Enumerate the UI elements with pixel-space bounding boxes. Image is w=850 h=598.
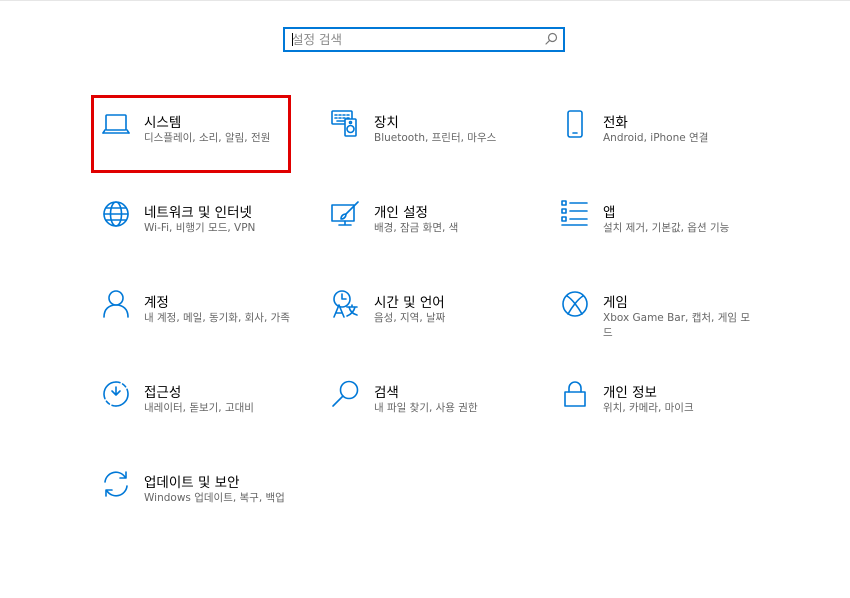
settings-search-box[interactable] — [283, 27, 565, 52]
ease-of-access-icon — [101, 379, 131, 409]
tile-title: 네트워크 및 인터넷 — [144, 205, 252, 221]
top-divider — [0, 0, 850, 1]
magnifier-icon — [331, 379, 361, 409]
tile-title: 시간 및 언어 — [374, 295, 445, 311]
tile-title: 장치 — [374, 115, 399, 131]
tile-description: 위치, 카메라, 마이크 — [603, 402, 694, 414]
phone-icon — [560, 109, 590, 139]
keyboard-speaker-icon — [331, 109, 361, 139]
tile-network[interactable]: 네트워크 및 인터넷 Wi-Fi, 비행기 모드, VPN — [101, 199, 301, 259]
tile-title: 개인 정보 — [603, 385, 657, 401]
tile-description: Windows 업데이트, 복구, 백업 — [144, 492, 285, 504]
selection-highlight — [91, 95, 291, 173]
tile-apps[interactable]: 앱 설치 제거, 기본값, 옵션 기능 — [560, 199, 760, 259]
person-icon — [101, 289, 131, 319]
app-list-icon — [560, 199, 590, 229]
tile-description: 배경, 잠금 화면, 색 — [374, 222, 459, 234]
tile-description: 내 계정, 메일, 동기화, 회사, 가족 — [144, 312, 290, 324]
text-caret — [292, 33, 293, 46]
paint-brush-icon — [331, 199, 361, 229]
tile-gaming[interactable]: 게임 Xbox Game Bar, 캡처, 게임 모드 — [560, 289, 760, 349]
globe-icon — [101, 199, 131, 229]
tile-phone[interactable]: 전화 Android, iPhone 연결 — [560, 109, 760, 169]
tile-description: 음성, 지역, 날짜 — [374, 312, 446, 324]
tile-description: 설치 제거, 기본값, 옵션 기능 — [603, 222, 730, 234]
tile-accounts[interactable]: 계정 내 계정, 메일, 동기화, 회사, 가족 — [101, 289, 301, 349]
tile-title: 검색 — [374, 385, 399, 401]
search-icon[interactable] — [543, 31, 559, 47]
tile-devices[interactable]: 장치 Bluetooth, 프린터, 마우스 — [331, 109, 531, 169]
tile-title: 업데이트 및 보안 — [144, 475, 240, 491]
tile-time-language[interactable]: 시간 및 언어 음성, 지역, 날짜 — [331, 289, 531, 349]
tile-privacy[interactable]: 개인 정보 위치, 카메라, 마이크 — [560, 379, 760, 439]
tile-title: 계정 — [144, 295, 169, 311]
sync-icon — [101, 469, 131, 499]
tile-description: Android, iPhone 연결 — [603, 132, 709, 144]
tile-title: 앱 — [603, 205, 616, 221]
tile-description: 내레이터, 돋보기, 고대비 — [144, 402, 254, 414]
tile-update-security[interactable]: 업데이트 및 보안 Windows 업데이트, 복구, 백업 — [101, 469, 301, 529]
tile-title: 전화 — [603, 115, 628, 131]
time-language-icon — [331, 289, 361, 319]
tile-description: Bluetooth, 프린터, 마우스 — [374, 132, 497, 144]
tile-title: 개인 설정 — [374, 205, 428, 221]
xbox-icon — [560, 289, 590, 319]
tile-description: Wi-Fi, 비행기 모드, VPN — [144, 222, 256, 234]
tile-description: 내 파일 찾기, 사용 권한 — [374, 402, 478, 414]
tile-ease-of-access[interactable]: 접근성 내레이터, 돋보기, 고대비 — [101, 379, 301, 439]
tile-description: Xbox Game Bar, 캡처, 게임 모드 — [603, 312, 751, 339]
tile-search[interactable]: 검색 내 파일 찾기, 사용 권한 — [331, 379, 531, 439]
lock-icon — [560, 379, 590, 409]
tile-title: 게임 — [603, 295, 628, 311]
search-input[interactable] — [285, 29, 542, 50]
tile-personalization[interactable]: 개인 설정 배경, 잠금 화면, 색 — [331, 199, 531, 259]
tile-title: 접근성 — [144, 385, 182, 401]
